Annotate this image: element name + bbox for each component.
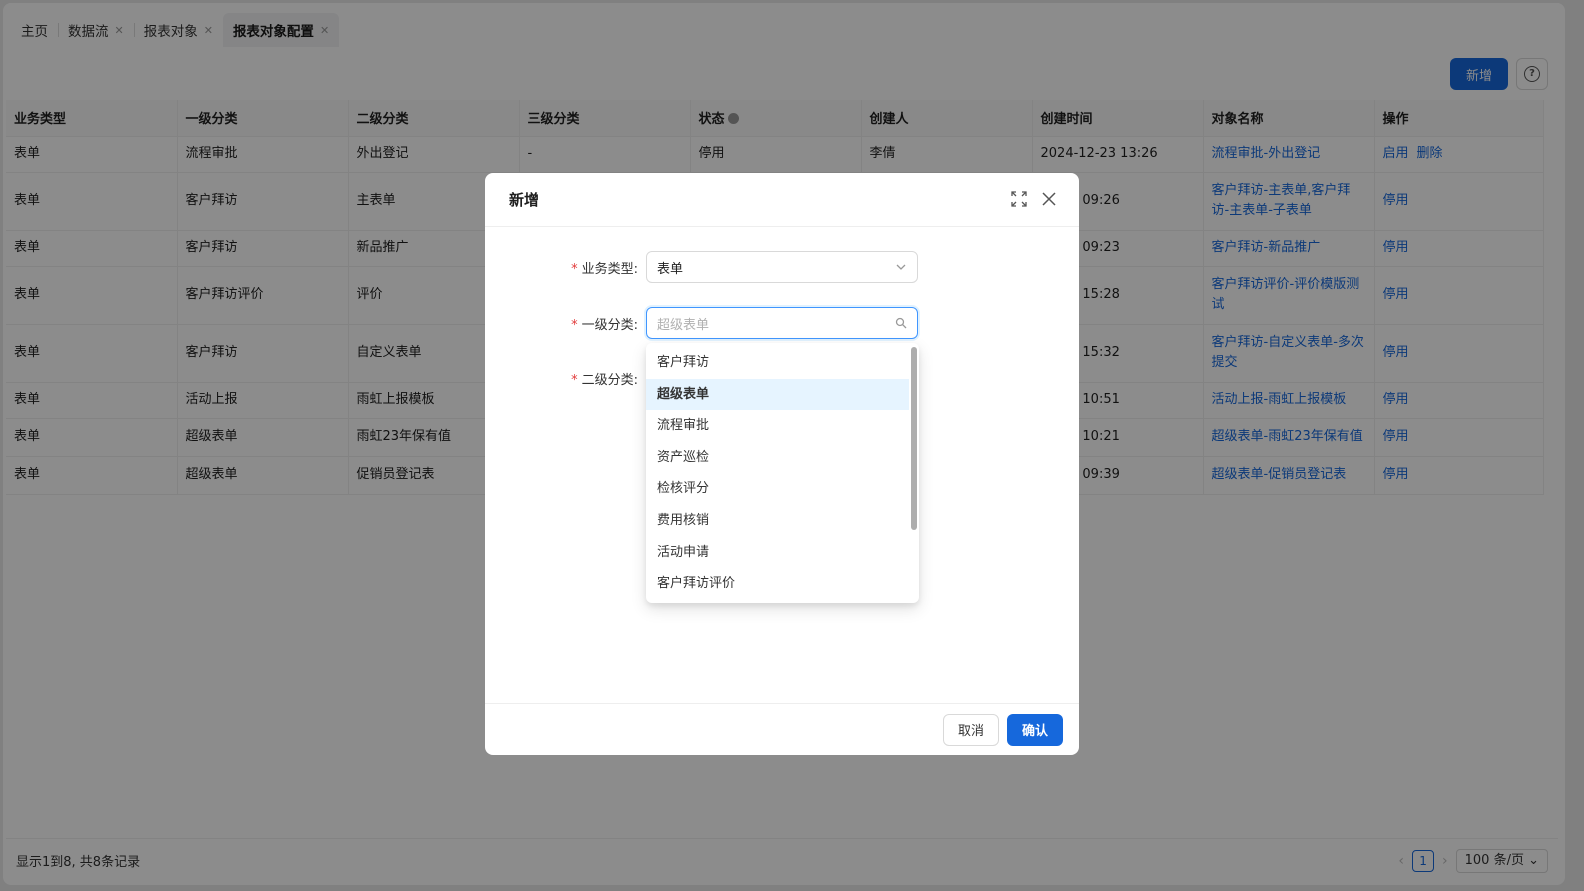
cancel-button[interactable]: 取消 [942, 713, 999, 746]
close-icon[interactable] [1041, 191, 1057, 207]
confirm-button[interactable]: 确认 [1006, 713, 1063, 746]
modal-header: 新增 [485, 173, 1079, 227]
add-modal: 新增 * 业务类型: 表单 * 一级分类: 超级表单 * 二级分类: 客户拜访 超级表单… [485, 173, 1079, 755]
modal-actions [1011, 191, 1057, 207]
select-value: 表单 [657, 261, 684, 277]
category1-dropdown: 客户拜访 超级表单 流程审批 资产巡检 检核评分 费用核销 活动申请 客户拜访评价 [646, 343, 919, 603]
field-label: * 二级分类: [571, 369, 638, 388]
search-icon [895, 317, 907, 329]
field-label: * 业务类型: [571, 258, 638, 277]
modal-title: 新增 [509, 191, 540, 209]
dropdown-option[interactable]: 流程审批 [646, 410, 909, 442]
field-label: * 一级分类: [571, 314, 638, 333]
dropdown-option[interactable]: 客户拜访评价 [646, 568, 909, 600]
category1-select[interactable]: 超级表单 [646, 307, 918, 339]
field-label-text: 一级分类: [581, 318, 638, 333]
field-label-text: 业务类型: [581, 262, 638, 277]
dropdown-scrollbar[interactable] [911, 347, 917, 530]
fullscreen-icon[interactable] [1011, 191, 1027, 207]
form-row-business-type: * 业务类型: 表单 [485, 251, 1079, 283]
dropdown-option[interactable]: 检核评分 [646, 473, 909, 505]
dropdown-option[interactable]: 费用核销 [646, 505, 909, 537]
field-label-text: 二级分类: [581, 373, 638, 388]
business-type-select[interactable]: 表单 [646, 251, 918, 283]
dropdown-option[interactable]: 超级表单 [646, 378, 909, 411]
dropdown-option[interactable]: 资产巡检 [646, 442, 909, 474]
chevron-down-icon [896, 264, 906, 270]
required-mark: * [571, 373, 578, 388]
required-mark: * [571, 262, 578, 277]
modal-footer: 取消 确认 [485, 703, 1079, 755]
dropdown-option[interactable]: 活动申请 [646, 537, 909, 569]
select-placeholder: 超级表单 [657, 317, 710, 333]
dropdown-option[interactable]: 客户拜访 [646, 347, 909, 379]
required-mark: * [571, 318, 578, 333]
form-row-category1: * 一级分类: 超级表单 [485, 307, 1079, 339]
